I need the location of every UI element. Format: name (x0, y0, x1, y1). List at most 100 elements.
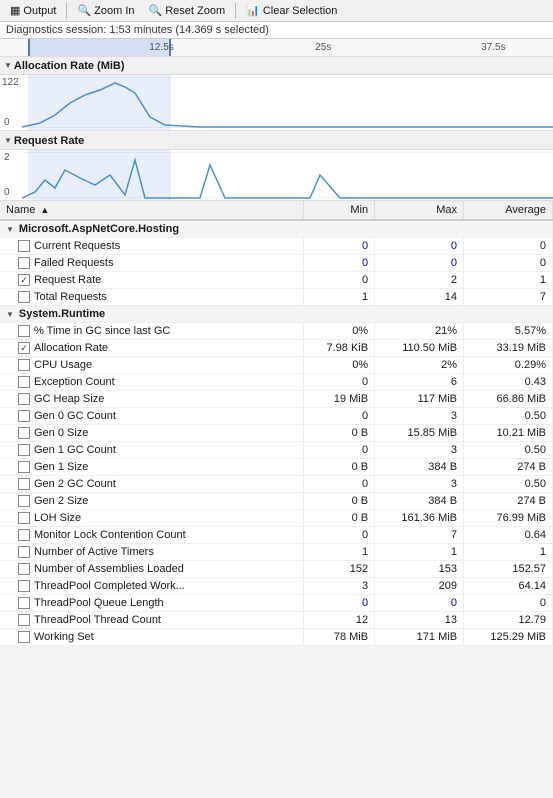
metric-checkbox[interactable] (18, 342, 30, 354)
request-rate-svg (0, 150, 553, 200)
table-row: Gen 1 Size 0 B 384 B 274 B (0, 459, 553, 476)
table-row: Total Requests 1 14 7 (0, 289, 553, 306)
metric-checkbox[interactable] (18, 546, 30, 558)
metric-checkbox[interactable] (18, 495, 30, 507)
metric-name-cell: Monitor Lock Contention Count (0, 527, 304, 544)
timeline-header[interactable]: 12.5s 25s 37.5s (0, 39, 553, 57)
metric-checkbox[interactable] (18, 529, 30, 541)
metric-min: 0% (304, 357, 375, 374)
col-max[interactable]: Max (375, 201, 464, 220)
tick-12s: 12.5s (149, 42, 173, 53)
metric-average: 12.79 (464, 612, 553, 629)
table-row: ThreadPool Thread Count 12 13 12.79 (0, 612, 553, 629)
metric-max: 14 (375, 289, 464, 306)
metric-average: 125.29 MiB (464, 629, 553, 646)
metric-checkbox[interactable] (18, 359, 30, 371)
col-average[interactable]: Average (464, 201, 553, 220)
allocation-rate-title: Allocation Rate (MiB) (14, 60, 125, 72)
metric-min: 152 (304, 561, 375, 578)
table-row: LOH Size 0 B 161.36 MiB 76.99 MiB (0, 510, 553, 527)
metric-average: 1 (464, 272, 553, 289)
metric-label: Current Requests (34, 240, 120, 252)
metric-checkbox[interactable] (18, 478, 30, 490)
separator-1 (66, 3, 67, 19)
metric-min: 3 (304, 578, 375, 595)
metric-average: 10.21 MiB (464, 425, 553, 442)
metric-min: 0 B (304, 493, 375, 510)
metric-checkbox[interactable] (18, 597, 30, 609)
group-triangle[interactable]: ▼ (6, 310, 14, 319)
metric-label: GC Heap Size (34, 393, 104, 405)
zoom-in-label: Zoom In (94, 5, 134, 17)
col-min[interactable]: Min (304, 201, 375, 220)
metric-checkbox[interactable] (18, 325, 30, 337)
metric-checkbox[interactable] (18, 444, 30, 456)
metric-checkbox[interactable] (18, 427, 30, 439)
metric-average: 5.57% (464, 323, 553, 340)
request-rate-area[interactable]: 2 0 (0, 150, 553, 200)
metric-name-cell: Total Requests (0, 289, 304, 306)
table-row: Gen 2 GC Count 0 3 0.50 (0, 476, 553, 493)
metric-checkbox[interactable] (18, 274, 30, 286)
metric-checkbox[interactable] (18, 580, 30, 592)
zoom-in-button[interactable]: 🔍 Zoom In (71, 2, 140, 19)
metric-name-cell: LOH Size (0, 510, 304, 527)
table-row: Gen 0 Size 0 B 15.85 MiB 10.21 MiB (0, 425, 553, 442)
metric-checkbox[interactable] (18, 393, 30, 405)
metric-min: 0 (304, 255, 375, 272)
metric-max: 7 (375, 527, 464, 544)
metric-checkbox[interactable] (18, 461, 30, 473)
metric-checkbox[interactable] (18, 240, 30, 252)
allocation-rate-area[interactable]: 122 0 (0, 75, 553, 130)
table-row: Gen 2 Size 0 B 384 B 274 B (0, 493, 553, 510)
group-triangle[interactable]: ▼ (6, 225, 14, 234)
metric-label: Exception Count (34, 376, 115, 388)
metric-label: Gen 1 GC Count (34, 444, 116, 456)
metric-name-cell: ThreadPool Queue Length (0, 595, 304, 612)
metric-checkbox[interactable] (18, 410, 30, 422)
metric-max: 2% (375, 357, 464, 374)
metric-min: 0 (304, 442, 375, 459)
metrics-table-container: Name ▲ Min Max Average ▼ Microsoft.AspNe… (0, 201, 553, 646)
metric-max: 3 (375, 476, 464, 493)
metric-max: 6 (375, 374, 464, 391)
metric-name-cell: Gen 2 Size (0, 493, 304, 510)
metric-checkbox[interactable] (18, 376, 30, 388)
collapse-triangle[interactable]: ▼ (4, 61, 12, 70)
clear-selection-button[interactable]: 📊 Clear Selection (240, 2, 343, 19)
session-text: Diagnostics session: 1:53 minutes (14.36… (6, 24, 269, 36)
metric-max: 0 (375, 595, 464, 612)
metric-label: Failed Requests (34, 257, 114, 269)
metric-name-cell: % Time in GC since last GC (0, 323, 304, 340)
output-button[interactable]: ▦ Output (4, 2, 62, 19)
metric-checkbox[interactable] (18, 563, 30, 575)
metric-label: Number of Active Timers (34, 546, 154, 558)
toolbar: ▦ Output 🔍 Zoom In 🔍 Reset Zoom 📊 Clear … (0, 0, 553, 22)
metric-max: 110.50 MiB (375, 340, 464, 357)
group-row: ▼ System.Runtime (0, 306, 553, 323)
metric-label: Gen 0 Size (34, 427, 88, 439)
metric-label: % Time in GC since last GC (34, 325, 170, 337)
metric-max: 3 (375, 408, 464, 425)
metric-name-cell: ThreadPool Thread Count (0, 612, 304, 629)
metric-average: 0 (464, 238, 553, 255)
table-header-row: Name ▲ Min Max Average (0, 201, 553, 220)
metric-checkbox[interactable] (18, 257, 30, 269)
request-rate-header: ▼ Request Rate (0, 132, 553, 150)
reset-zoom-button[interactable]: 🔍 Reset Zoom (143, 2, 232, 19)
metric-max: 153 (375, 561, 464, 578)
metric-checkbox[interactable] (18, 631, 30, 643)
metric-min: 0 (304, 595, 375, 612)
group-label: System.Runtime (19, 308, 105, 320)
table-row: ThreadPool Queue Length 0 0 0 (0, 595, 553, 612)
col-name[interactable]: Name ▲ (0, 201, 304, 220)
metric-name-cell: CPU Usage (0, 357, 304, 374)
metric-checkbox[interactable] (18, 614, 30, 626)
reset-zoom-label: Reset Zoom (165, 5, 225, 17)
request-collapse-triangle[interactable]: ▼ (4, 136, 12, 145)
metrics-table: Name ▲ Min Max Average ▼ Microsoft.AspNe… (0, 201, 553, 646)
metric-checkbox[interactable] (18, 291, 30, 303)
metric-checkbox[interactable] (18, 512, 30, 524)
metric-max: 21% (375, 323, 464, 340)
metric-name-cell: Number of Active Timers (0, 544, 304, 561)
